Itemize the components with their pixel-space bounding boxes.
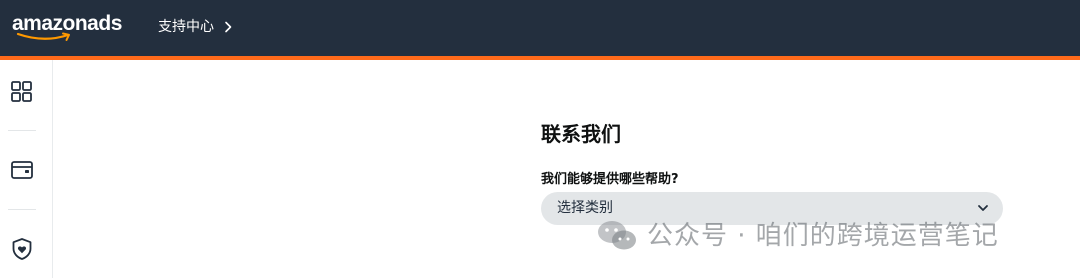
- breadcrumb-label: 支持中心: [158, 19, 214, 35]
- header-accent-line: [0, 56, 1080, 60]
- shield-heart-icon[interactable]: [10, 237, 34, 261]
- sidebar: [0, 60, 53, 278]
- amazon-ads-logo[interactable]: amazonads: [12, 12, 124, 46]
- top-navigation-bar: amazonads 支持中心: [0, 0, 1080, 56]
- chevron-down-icon: [978, 205, 988, 211]
- breadcrumb-support-center[interactable]: 支持中心: [158, 16, 232, 38]
- smile-arrow-icon: [16, 32, 70, 41]
- dashboard-grid-icon[interactable]: [10, 80, 34, 104]
- watermark-text: 公众号 · 咱们的跨境运营笔记: [647, 221, 999, 251]
- chevron-right-icon: [225, 21, 232, 33]
- sidebar-divider: [8, 209, 36, 210]
- wechat-icon: [598, 221, 636, 250]
- watermark: 公众号 · 咱们的跨境运营笔记: [597, 216, 999, 256]
- page-title: 联系我们: [541, 122, 621, 146]
- sidebar-divider: [8, 130, 36, 131]
- help-question-label: 我们能够提供哪些帮助?: [541, 172, 679, 187]
- wallet-icon[interactable]: [10, 158, 34, 182]
